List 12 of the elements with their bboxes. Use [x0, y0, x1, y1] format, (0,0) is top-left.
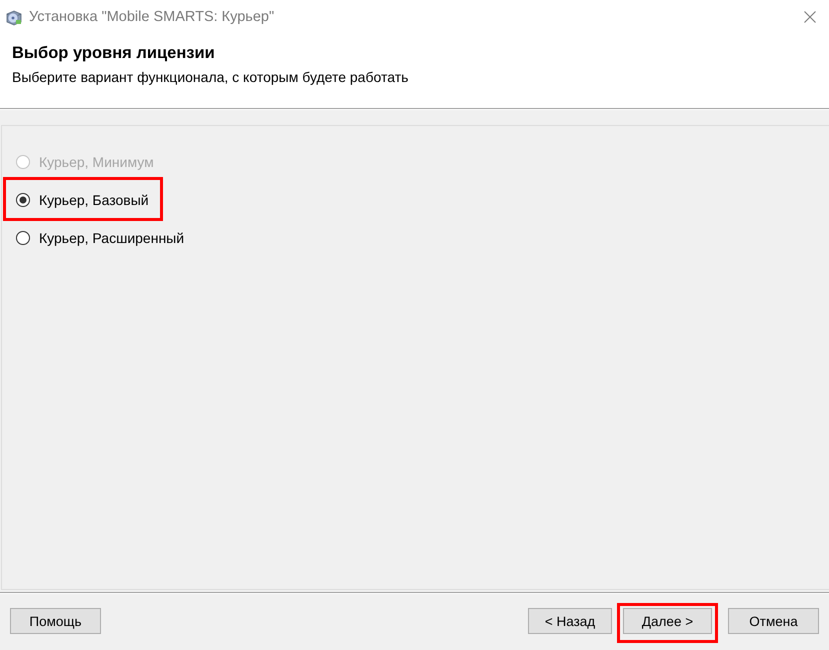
- radio-button[interactable]: [16, 192, 30, 206]
- page-title: Выбор уровня лицензии: [12, 43, 215, 64]
- page-subtitle: Выберите вариант функционала, с которым будете работать: [12, 69, 408, 86]
- option-label[interactable]: Курьер, Расширенный: [39, 230, 184, 246]
- next-button[interactable]: Далее >: [623, 608, 712, 634]
- back-button[interactable]: < Назад: [528, 608, 612, 634]
- option-label[interactable]: Курьер, Базовый: [39, 192, 149, 208]
- cancel-button[interactable]: Отмена: [728, 608, 819, 634]
- close-icon: [804, 11, 816, 23]
- radio-button[interactable]: [16, 230, 30, 244]
- help-button[interactable]: Помощь: [10, 608, 101, 634]
- window-title: Установка "Mobile SMARTS: Курьер": [29, 9, 276, 25]
